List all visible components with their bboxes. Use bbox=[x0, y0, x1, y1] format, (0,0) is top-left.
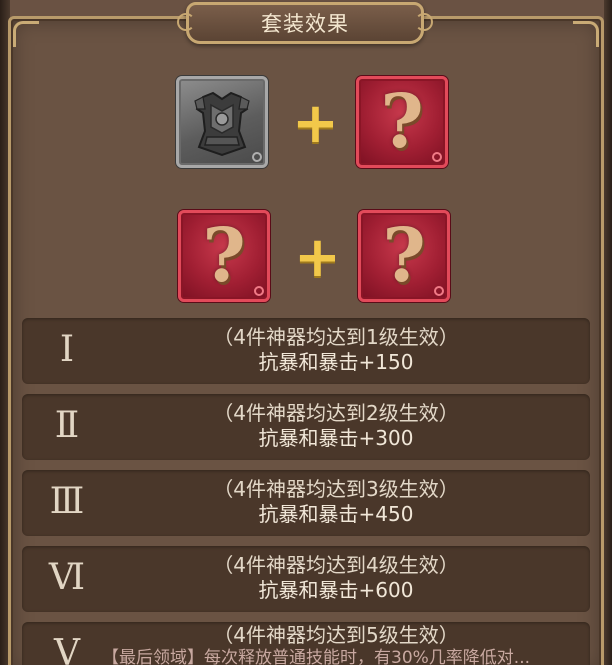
panel-title: 套装效果 bbox=[261, 12, 349, 36]
artifact-slot-2[interactable]: ? bbox=[356, 76, 448, 168]
slot-corner-marker bbox=[254, 286, 264, 296]
title-scroll-ornament-right bbox=[415, 13, 433, 31]
set-tier-row: Ⅱ （4件神器均达到2级生效） 抗暴和暴击+300 bbox=[22, 394, 590, 460]
panel-corner-ornament bbox=[13, 21, 39, 47]
tier-effect: 抗暴和暴击+300 bbox=[258, 426, 414, 450]
slot-corner-marker bbox=[434, 286, 444, 296]
set-tier-row: Ⅵ （4件神器均达到4级生效） 抗暴和暴击+600 bbox=[22, 546, 590, 612]
tier-condition: （4件神器均达到1级生效） bbox=[213, 325, 459, 349]
artifact-slot-1[interactable] bbox=[176, 76, 268, 168]
background-edge-right bbox=[604, 0, 612, 665]
tier-effect: 抗暴和暴击+150 bbox=[258, 350, 414, 374]
artifact-slot-4[interactable]: ? bbox=[358, 210, 450, 302]
tier-effect: 【最后领域】每次释放普通技能时，有30%几率降低对... bbox=[102, 648, 530, 665]
tier-condition: （4件神器均达到2级生效） bbox=[213, 401, 459, 425]
panel-corner-ornament bbox=[573, 21, 599, 47]
slot-corner-marker bbox=[432, 152, 442, 162]
tier-condition: （4件神器均达到5级生效） bbox=[213, 623, 459, 647]
slot-corner-marker bbox=[252, 152, 262, 162]
set-tier-row: Ⅴ （4件神器均达到5级生效） 【最后领域】每次释放普通技能时，有30%几率降低… bbox=[22, 622, 590, 665]
set-tier-row: Ⅲ （4件神器均达到3级生效） 抗暴和暴击+450 bbox=[22, 470, 590, 536]
tier-condition: （4件神器均达到4级生效） bbox=[213, 553, 459, 577]
set-tier-row: Ⅰ （4件神器均达到1级生效） 抗暴和暴击+150 bbox=[22, 318, 590, 384]
plus-icon: + bbox=[294, 225, 341, 290]
question-mark-icon: ? bbox=[380, 79, 424, 165]
plus-icon: + bbox=[292, 91, 339, 156]
set-effect-screen: 套装效果 + ? ? + ? Ⅰ （4件神器均达到1级生效） 抗暴和暴击+150 bbox=[0, 0, 612, 665]
artifact-slot-3[interactable]: ? bbox=[178, 210, 270, 302]
title-tab: 套装效果 bbox=[177, 2, 433, 44]
tier-condition: （4件神器均达到3级生效） bbox=[213, 477, 459, 501]
question-mark-icon: ? bbox=[202, 213, 246, 299]
tier-effect: 抗暴和暴击+450 bbox=[258, 502, 414, 526]
armor-icon bbox=[194, 91, 250, 157]
question-mark-icon: ? bbox=[382, 213, 426, 299]
tier-effect: 抗暴和暴击+600 bbox=[258, 578, 414, 602]
title-scroll-ornament-left bbox=[177, 13, 195, 31]
